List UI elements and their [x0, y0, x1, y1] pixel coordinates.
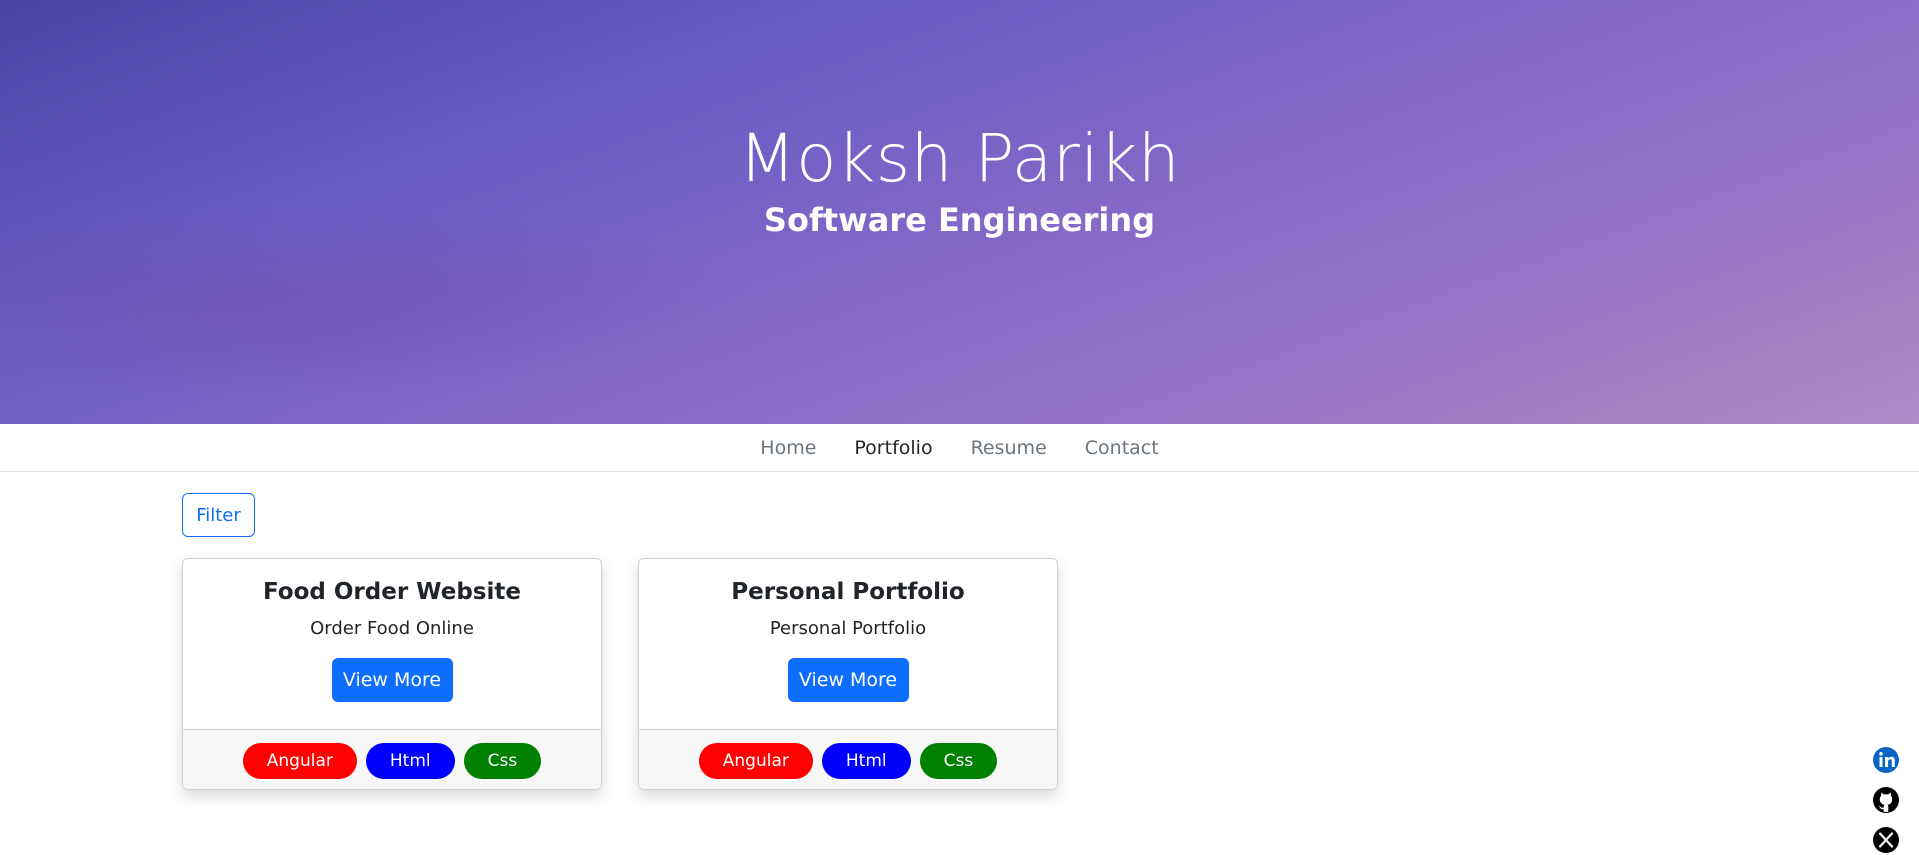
nav-resume[interactable]: Resume: [952, 437, 1066, 459]
hero-banner: Moksh Parikh Software Engineering: [0, 0, 1919, 424]
hero-name: Moksh Parikh: [738, 119, 1181, 197]
github-link[interactable]: [1871, 785, 1901, 815]
project-card: Personal Portfolio Personal Portfolio Vi…: [638, 558, 1058, 790]
card-title: Personal Portfolio: [731, 579, 965, 605]
card-subtitle: Personal Portfolio: [769, 618, 927, 639]
tag-html: Html: [821, 742, 911, 779]
main-nav: Home Portfolio Resume Contact: [0, 424, 1919, 472]
card-title: Food Order Website: [263, 579, 521, 605]
card-subtitle: Order Food Online: [310, 618, 474, 639]
card-body: Food Order Website Order Food Online Vie…: [183, 559, 601, 729]
tag-angular: Angular: [242, 742, 357, 779]
tag-css: Css: [919, 742, 998, 779]
hero-role: Software Engineering: [763, 201, 1156, 240]
nav-portfolio[interactable]: Portfolio: [835, 437, 951, 459]
linkedin-link[interactable]: [1871, 745, 1901, 775]
card-tags: Angular Html Css: [639, 729, 1057, 789]
tag-html: Html: [365, 742, 455, 779]
project-card: Food Order Website Order Food Online Vie…: [182, 558, 602, 790]
x-link[interactable]: [1871, 825, 1901, 855]
card-tags: Angular Html Css: [183, 729, 601, 789]
filter-button[interactable]: Filter: [182, 493, 255, 537]
view-more-button[interactable]: View More: [331, 658, 453, 702]
tag-css: Css: [463, 742, 542, 779]
tag-angular: Angular: [698, 742, 813, 779]
view-more-button[interactable]: View More: [787, 658, 909, 702]
x-icon: [1873, 827, 1899, 853]
nav-contact[interactable]: Contact: [1066, 437, 1178, 459]
linkedin-icon: [1873, 747, 1899, 773]
card-body: Personal Portfolio Personal Portfolio Vi…: [639, 559, 1057, 729]
nav-home[interactable]: Home: [741, 437, 835, 459]
github-icon: [1873, 787, 1899, 813]
